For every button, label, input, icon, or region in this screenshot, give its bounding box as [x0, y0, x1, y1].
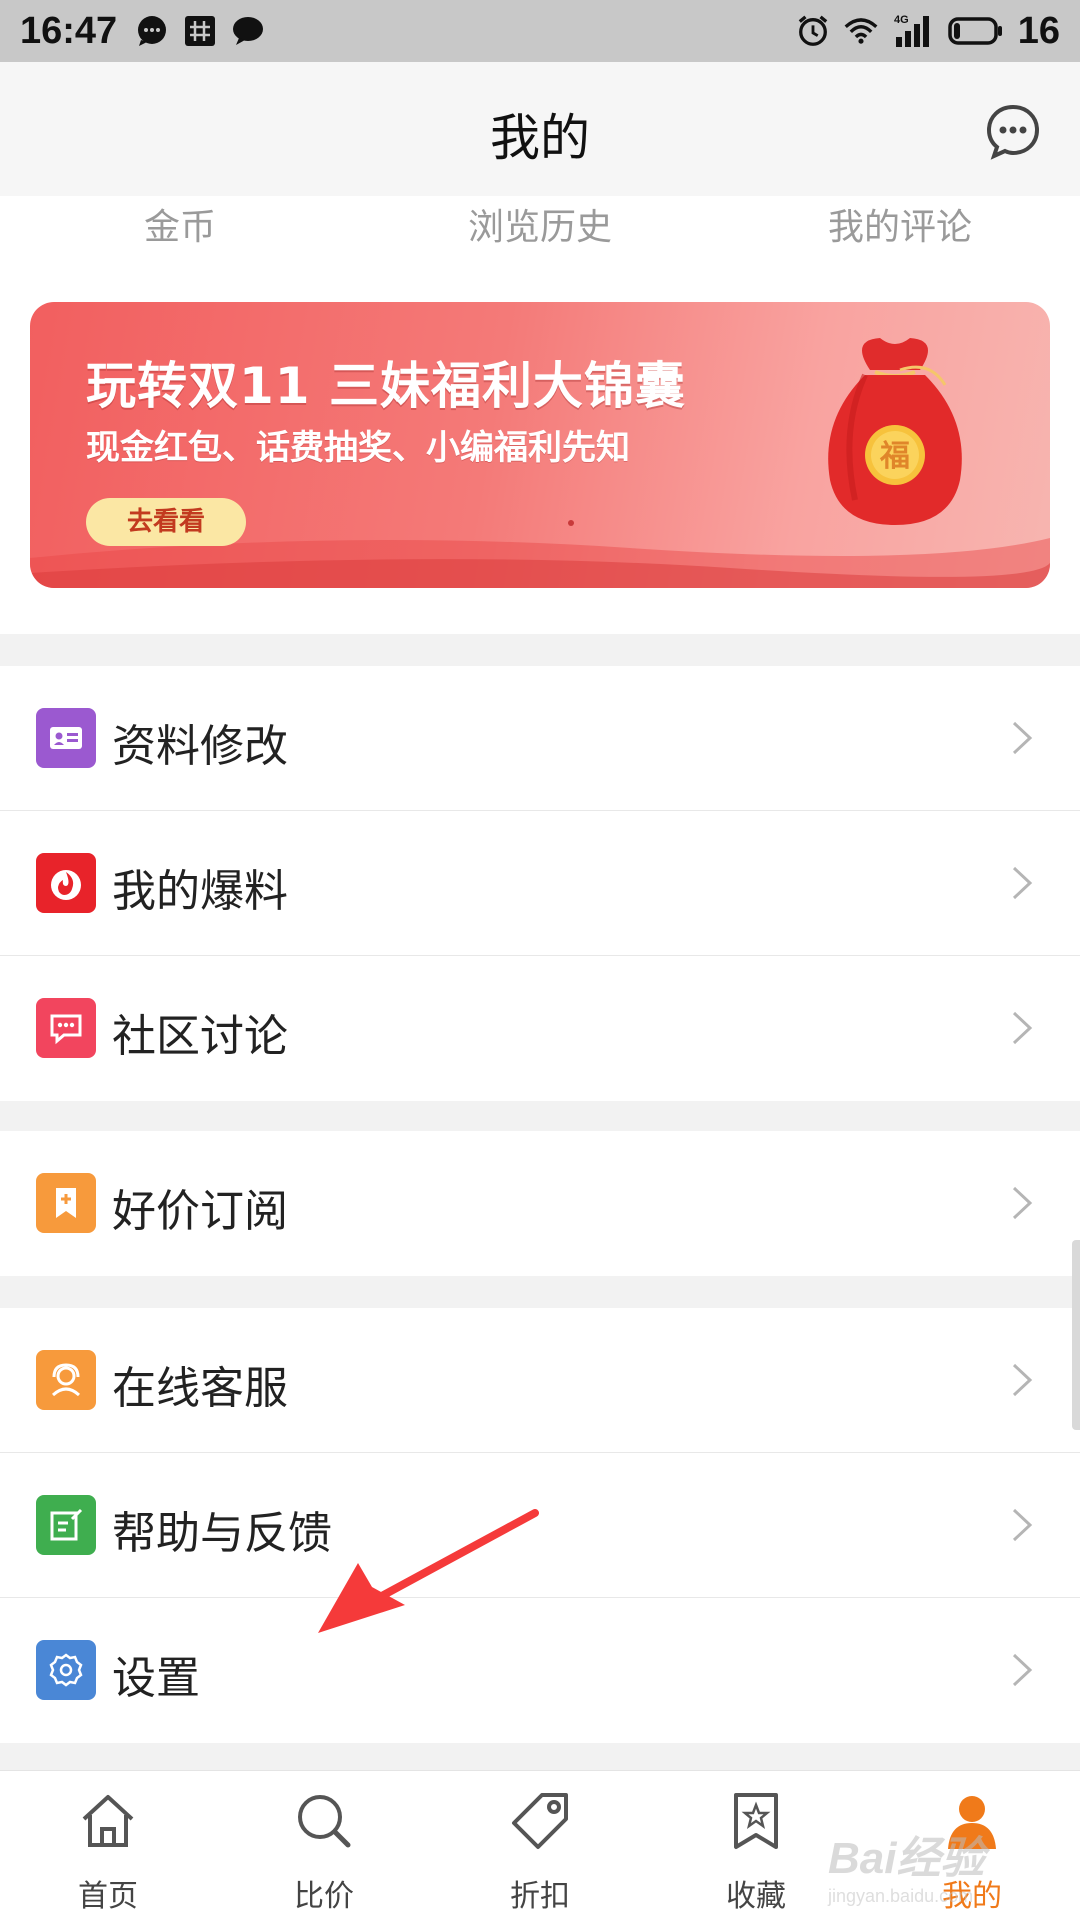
nav-label: 折扣 [510, 1879, 570, 1914]
svg-text:福: 福 [879, 439, 910, 474]
chevron-right-icon [1012, 1653, 1033, 1687]
customer-service-icon [36, 1350, 96, 1410]
nav-tab-discount[interactable]: 折扣 [432, 1771, 648, 1920]
svg-text:4G: 4G [894, 14, 909, 26]
battery-level: 16 [1017, 9, 1060, 52]
nav-tab-home[interactable]: 首页 [0, 1771, 216, 1920]
status-bar: 16:47 4G 16 [0, 0, 1080, 62]
gear-icon [36, 1640, 96, 1700]
menu-group-content: 资料修改 我的爆料 社区讨论 [0, 666, 1080, 1101]
chevron-right-icon [1012, 866, 1033, 900]
quick-link-history[interactable]: 浏览历史 [360, 196, 720, 286]
search-icon [298, 1795, 351, 1848]
menu-label: 设置 [112, 1653, 200, 1704]
banner-subtitle: 现金红包、话费抽奖、小编福利先知 [86, 428, 630, 468]
message-dots-icon[interactable] [984, 102, 1042, 160]
watermark: Bai经验 jingyan.baidu.com [828, 1822, 1048, 1906]
fire-icon [36, 853, 96, 913]
chevron-right-icon [1012, 1011, 1033, 1045]
menu-label: 好价订阅 [112, 1186, 288, 1237]
menu-label: 我的爆料 [112, 866, 288, 917]
home-icon [82, 1795, 134, 1847]
banner-go-button[interactable]: 去看看 [86, 498, 246, 546]
profile-card-icon [36, 708, 96, 768]
menu-group-subscription: 好价订阅 [0, 1131, 1080, 1276]
watermark-url: jingyan.baidu.com [828, 1886, 974, 1906]
banner-section: 玩转双11 三妹福利大锦囊 现金红包、话费抽奖、小编福利先知 去看看 福 [0, 286, 1080, 634]
menu-item-my-reports[interactable]: 我的爆料 [0, 811, 1080, 956]
nav-label: 首页 [78, 1879, 138, 1914]
watermark-logo: Bai经验 [828, 1834, 985, 1883]
chevron-right-icon [1012, 1186, 1033, 1220]
star-bookmark-icon [734, 1793, 778, 1849]
message-icon [231, 14, 265, 48]
chevron-right-icon [1012, 1508, 1033, 1542]
status-notification-icons [135, 14, 265, 48]
quick-link-comments[interactable]: 我的评论 [720, 196, 1080, 286]
page-title: 我的 [490, 109, 590, 167]
status-time: 16:47 [20, 9, 118, 52]
page-header: 我的 [0, 62, 1080, 196]
menu-label: 社区讨论 [112, 1011, 288, 1062]
banner-title: 玩转双11 三妹福利大锦囊 [86, 357, 686, 415]
alarm-icon [796, 14, 830, 48]
menu-item-deal-subscription[interactable]: 好价订阅 [0, 1131, 1080, 1276]
nav-label: 比价 [294, 1879, 354, 1914]
chevron-right-icon [1012, 1363, 1033, 1397]
hash-grid-icon [183, 14, 217, 48]
banner-page-indicator [568, 520, 574, 526]
status-system-icons: 4G 16 [796, 10, 1060, 53]
menu-item-community[interactable]: 社区讨论 [0, 956, 1080, 1101]
chat-bubble-icon [135, 14, 169, 48]
bookmark-plus-icon [36, 1173, 96, 1233]
chevron-right-icon [1012, 721, 1033, 755]
menu-label: 帮助与反馈 [112, 1508, 332, 1559]
lucky-bag-icon: 福 [828, 338, 962, 525]
scrollbar[interactable] [1072, 1240, 1080, 1430]
menu-item-profile-edit[interactable]: 资料修改 [0, 666, 1080, 811]
promo-banner[interactable]: 玩转双11 三妹福利大锦囊 现金红包、话费抽奖、小编福利先知 去看看 福 [30, 302, 1050, 588]
quick-links-row: 金币 浏览历史 我的评论 [0, 196, 1080, 286]
tag-icon [512, 1793, 568, 1849]
battery-icon [947, 14, 1004, 48]
nav-tab-compare[interactable]: 比价 [216, 1771, 432, 1920]
menu-label: 资料修改 [112, 721, 288, 772]
wifi-icon [844, 14, 878, 48]
menu-label: 在线客服 [112, 1363, 288, 1414]
menu-item-customer-service[interactable]: 在线客服 [0, 1308, 1080, 1453]
quick-link-coins[interactable]: 金币 [0, 196, 360, 286]
chat-dots-icon [36, 998, 96, 1058]
edit-note-icon [36, 1495, 96, 1555]
signal-icon: 4G [892, 14, 934, 48]
annotation-arrow-icon [318, 1509, 539, 1633]
